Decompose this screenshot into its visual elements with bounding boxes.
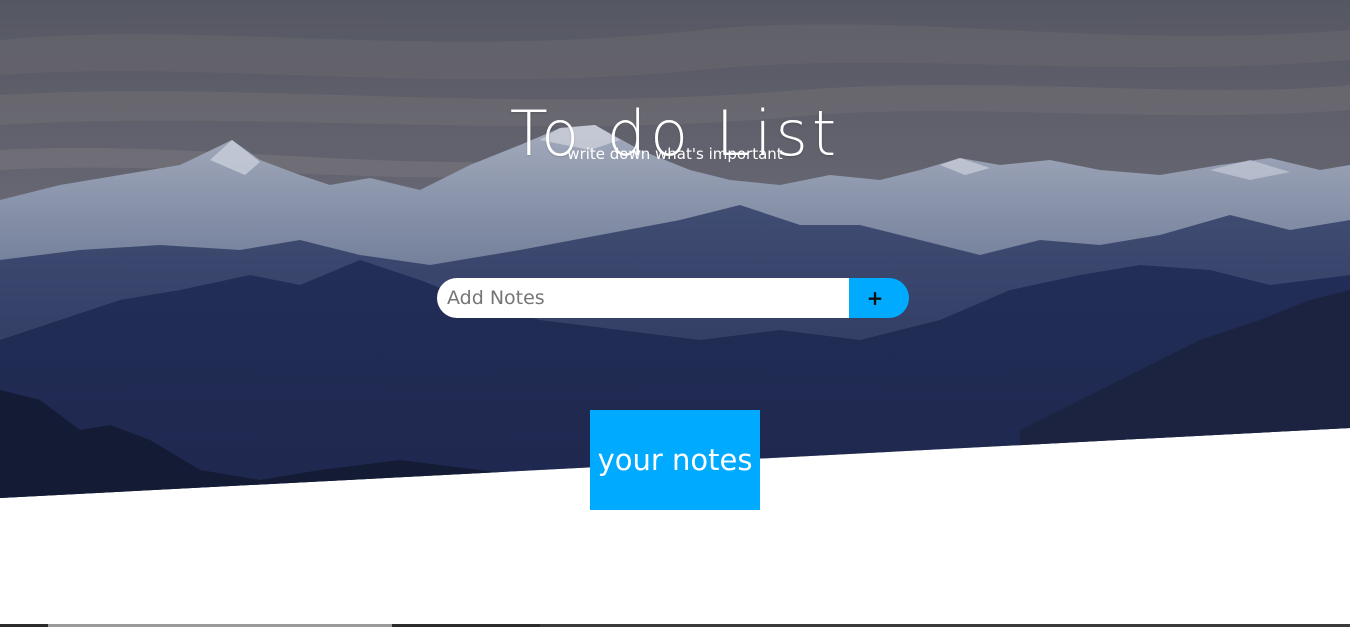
hero-section: To do List write down what's important +… [0,0,1350,627]
add-notes-input[interactable] [437,278,849,318]
your-notes-label: your notes [597,443,753,477]
add-note-form: + [437,278,909,318]
page-subtitle: write down what's important [567,145,783,163]
add-note-button[interactable]: + [849,278,909,318]
your-notes-heading: your notes [590,410,760,510]
